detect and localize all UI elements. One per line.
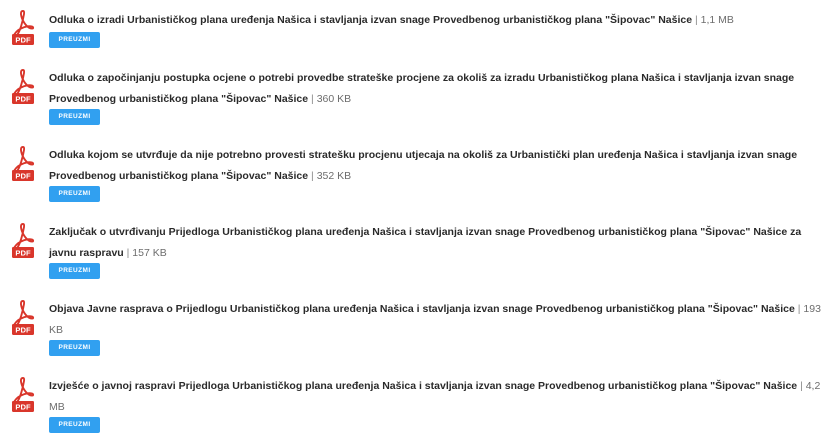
file-size: 1,1 MB: [700, 14, 734, 26]
pdf-icon-label: PDF: [15, 36, 31, 45]
pdf-icon-label: PDF: [15, 326, 31, 335]
document-text: Izvješće o javnoj raspravi Prijedloga Ur…: [49, 376, 824, 418]
pdf-icon-label: PDF: [15, 95, 31, 104]
document-text: Odluka kojom se utvrđuje da nije potrebn…: [49, 145, 824, 187]
separator: |: [311, 93, 314, 105]
pdf-file-icon[interactable]: PDF: [11, 222, 35, 258]
pdf-file-icon[interactable]: PDF: [11, 145, 35, 181]
document-title[interactable]: Izvješće o javnoj raspravi Prijedloga Ur…: [49, 380, 797, 392]
pdf-file-icon[interactable]: PDF: [11, 9, 35, 45]
document-title[interactable]: Odluka kojom se utvrđuje da nije potrebn…: [49, 149, 797, 182]
file-size: 360 KB: [316, 93, 352, 105]
file-size: 157 KB: [132, 247, 167, 259]
download-button[interactable]: PREUZMI: [49, 109, 100, 125]
download-button[interactable]: PREUZMI: [49, 186, 100, 202]
pdf-file-icon[interactable]: PDF: [11, 376, 35, 412]
pdf-icon-label: PDF: [15, 172, 31, 181]
separator: |: [126, 247, 130, 259]
document-title[interactable]: Odluka o započinjanju postupka ocjene o …: [49, 72, 794, 105]
document-text: Odluka o započinjanju postupka ocjene o …: [49, 68, 824, 110]
download-button[interactable]: PREUZMI: [49, 263, 100, 279]
download-button[interactable]: PREUZMI: [49, 340, 100, 356]
separator: |: [800, 380, 803, 392]
pdf-file-icon[interactable]: PDF: [11, 299, 35, 335]
pdf-file-icon[interactable]: PDF: [11, 68, 35, 104]
download-button[interactable]: PREUZMI: [49, 32, 100, 48]
document-title[interactable]: Odluka o izradi Urbanističkog plana uređ…: [49, 14, 692, 26]
download-button[interactable]: PREUZMI: [49, 417, 100, 433]
file-size: 352 KB: [316, 170, 352, 182]
pdf-icon-label: PDF: [15, 403, 31, 412]
separator: |: [311, 170, 314, 182]
pdf-icon-label: PDF: [15, 249, 31, 258]
document-text: Zaključak o utvrđivanju Prijedloga Urban…: [49, 222, 824, 264]
document-title[interactable]: Objava Javne rasprava o Prijedlogu Urban…: [49, 303, 795, 315]
document-text: Odluka o izradi Urbanističkog plana uređ…: [49, 10, 824, 31]
document-text: Objava Javne rasprava o Prijedlogu Urban…: [49, 299, 824, 341]
separator: |: [695, 14, 698, 26]
separator: |: [797, 303, 801, 315]
